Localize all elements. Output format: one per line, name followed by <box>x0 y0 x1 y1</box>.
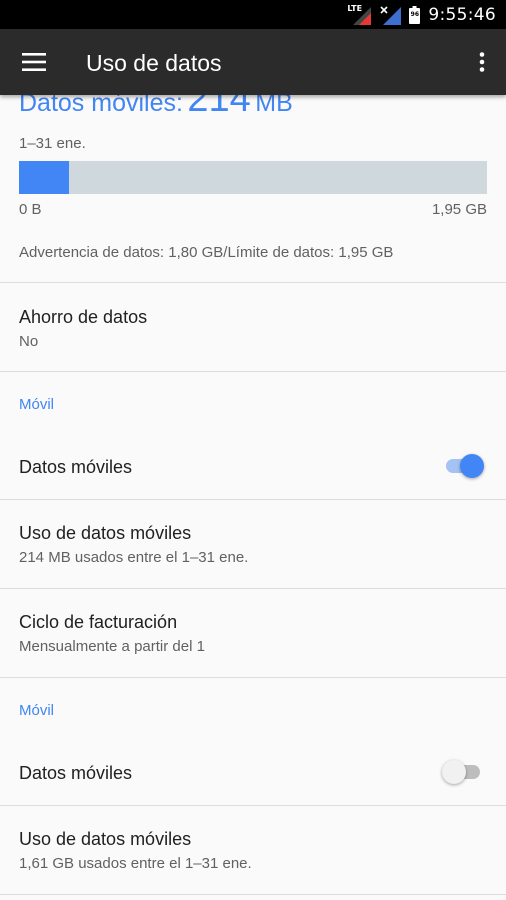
battery-icon: 96 <box>409 5 421 24</box>
usage-progress-bar <box>19 161 487 194</box>
status-bar: LTE 96 9:55:46 <box>0 0 506 29</box>
mobile-data-switch-2[interactable] <box>442 757 484 787</box>
summary-amount: 214 <box>187 95 251 120</box>
mobile-data-usage-title-2: Uso de datos móviles <box>19 829 192 849</box>
status-icons: LTE 96 9:55:46 <box>347 0 496 29</box>
more-vert-icon <box>479 52 485 72</box>
more-options-button[interactable] <box>464 38 500 86</box>
switch-thumb <box>442 760 466 784</box>
cell-signal-lte-icon: LTE <box>347 3 372 25</box>
mobile-data-usage-sub-1: 214 MB usados entre el 1–31 ene. <box>19 549 249 566</box>
mobile-data-usage-sub-2: 1,61 GB usados entre el 1–31 ene. <box>19 855 252 872</box>
battery-level: 96 <box>410 10 420 18</box>
section-header-mobile-2: Móvil <box>19 702 55 719</box>
divider <box>0 894 506 895</box>
divider <box>0 282 506 283</box>
data-warning-limit-text: Advertencia de datos: 1,80 GB/Límite de … <box>19 244 394 261</box>
billing-cycle-title: Ciclo de facturación <box>19 612 178 632</box>
app-toolbar: Uso de datos <box>0 29 506 95</box>
hamburger-menu-icon <box>22 53 46 71</box>
divider <box>0 499 506 500</box>
network-type-label: LTE <box>347 3 363 13</box>
section-header-mobile-1: Móvil <box>19 396 55 413</box>
data-saver-value: No <box>19 333 39 350</box>
usage-bar-max-label: 1,95 GB <box>431 201 487 218</box>
divider <box>0 805 506 806</box>
summary-label: Datos móviles: <box>19 95 183 117</box>
divider <box>0 371 506 372</box>
mobile-data-usage-title-1: Uso de datos móviles <box>19 523 192 543</box>
page-title: Uso de datos <box>86 50 222 76</box>
usage-progress-fill <box>19 161 70 194</box>
billing-cycle-sub: Mensualmente a partir del 1 <box>19 638 205 655</box>
divider <box>0 677 506 678</box>
usage-period: 1–31 ene. <box>19 135 86 152</box>
switch-thumb <box>460 454 484 478</box>
usage-summary-header: Datos móviles: 214 MB <box>19 95 293 118</box>
summary-unit: MB <box>255 95 293 117</box>
usage-bar-min-label: 0 B <box>19 201 42 218</box>
navigation-menu-button[interactable] <box>12 38 56 86</box>
mobile-data-switch-1[interactable] <box>444 451 484 481</box>
mobile-data-label-1: Datos móviles <box>19 457 133 477</box>
data-usage-list[interactable]: Datos móviles: 214 MB 1–31 ene. 0 B 1,95… <box>0 95 506 900</box>
cell-signal-nodata-icon <box>379 5 402 25</box>
mobile-data-label-2: Datos móviles <box>19 763 133 783</box>
clock: 9:55:46 <box>428 4 496 25</box>
data-saver-title: Ahorro de datos <box>19 307 148 327</box>
divider <box>0 588 506 589</box>
